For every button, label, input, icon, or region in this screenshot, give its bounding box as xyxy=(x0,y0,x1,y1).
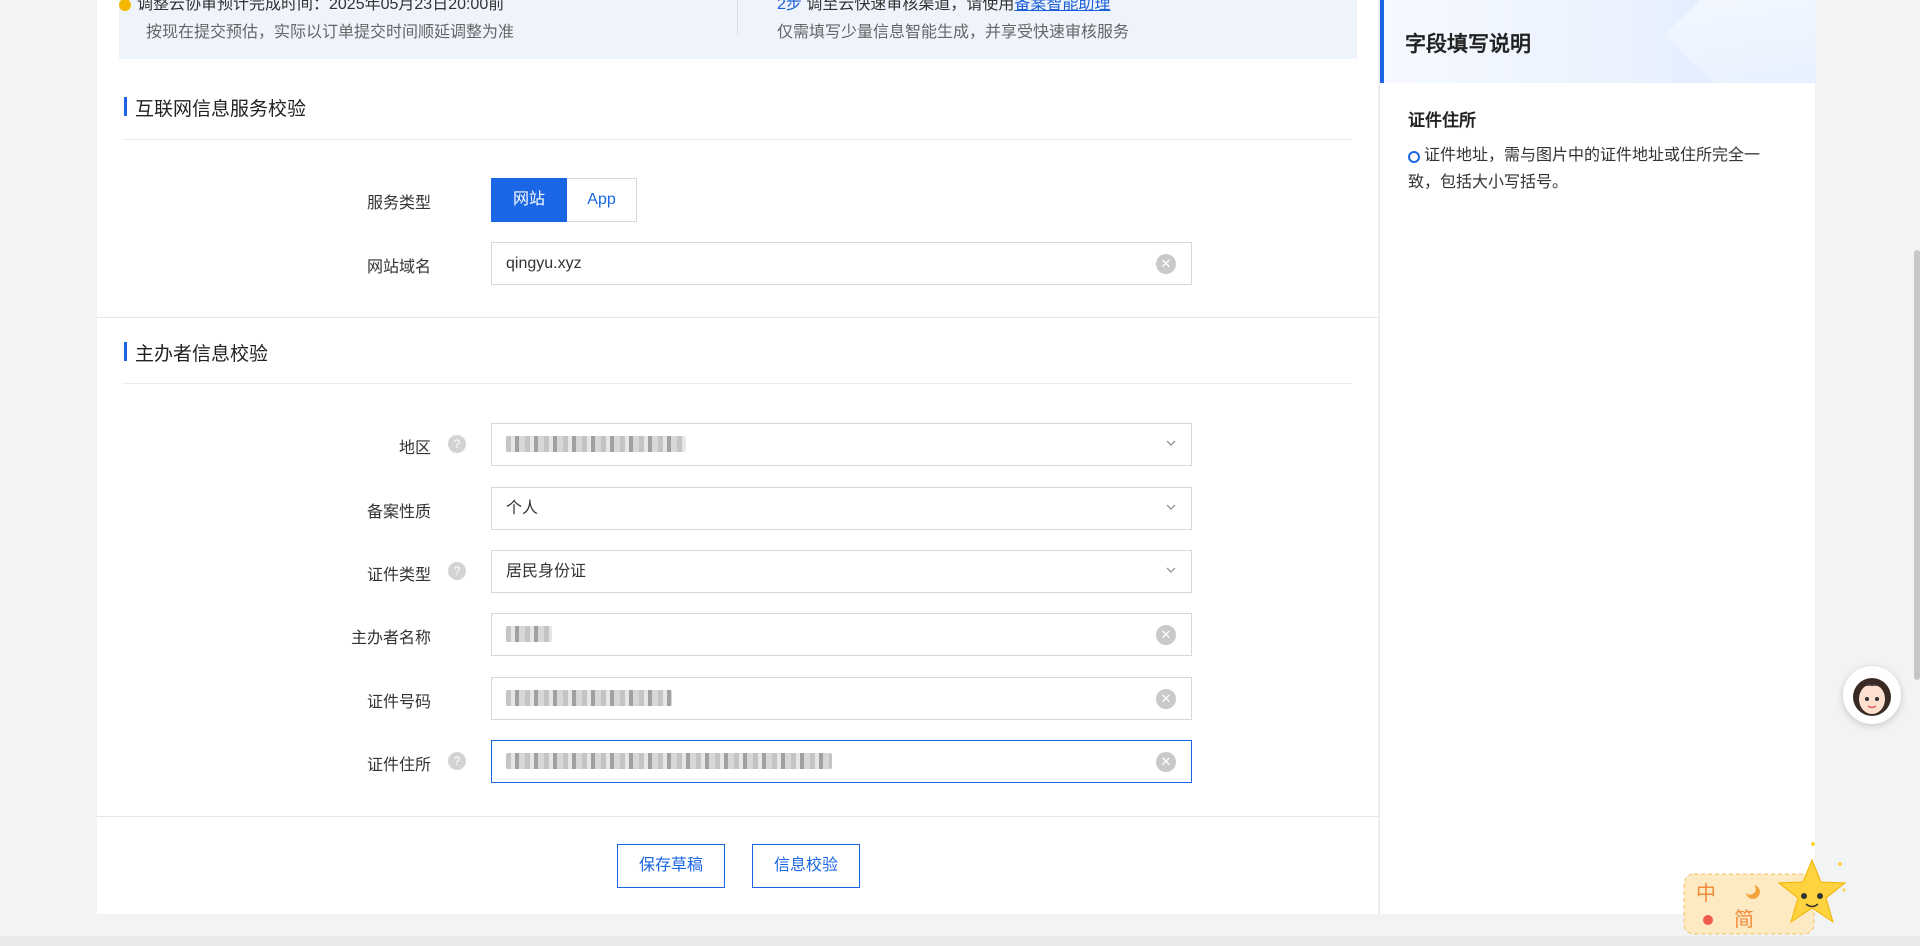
save-draft-button[interactable]: 保存草稿 xyxy=(617,844,725,888)
field-help-header: 字段填写说明 xyxy=(1380,0,1816,83)
nature-value: 个人 xyxy=(506,500,539,517)
nature-label: 备案性质 xyxy=(366,504,431,521)
domain-value: qingyu.xyz xyxy=(506,255,582,272)
notice-divider xyxy=(737,0,738,34)
nature-select[interactable]: 个人 xyxy=(491,487,1192,530)
ime-status-icon[interactable]: 中 简 xyxy=(1680,838,1850,938)
horizontal-scrollbar[interactable] xyxy=(0,936,1920,946)
assistant-link[interactable]: 备案智能助理 xyxy=(1014,0,1110,13)
service-type-option-app[interactable]: App xyxy=(567,178,637,222)
sponsor-name-input[interactable]: ✕ xyxy=(491,613,1192,656)
clear-icon[interactable]: ✕ xyxy=(1156,254,1176,274)
domain-label: 网站域名 xyxy=(366,259,431,276)
service-type-toggle: 网站 App xyxy=(491,178,637,222)
section-title-internet-service: 互联网信息服务校验 xyxy=(124,94,306,121)
chevron-down-icon xyxy=(1166,440,1176,446)
section-title-sponsor: 主办者信息校验 xyxy=(124,339,268,366)
field-help-panel: 字段填写说明 证件住所 证件地址，需与图片中的证件地址或住所完全一致，包括大小写… xyxy=(1379,0,1816,914)
sponsor-name-redacted xyxy=(506,625,552,642)
id-number-label: 证件号码 xyxy=(366,694,431,711)
field-help-desc: 证件地址，需与图片中的证件地址或住所完全一致，包括大小写括号。 xyxy=(1408,142,1788,196)
notice-right-sub: 仅需填写少量信息智能生成，并享受快速审核服务 xyxy=(777,24,1130,41)
actions-separator xyxy=(97,816,1378,817)
service-type-option-website[interactable]: 网站 xyxy=(491,178,567,222)
domain-input[interactable]: qingyu.xyz ✕ xyxy=(491,242,1192,285)
region-select[interactable] xyxy=(491,423,1192,466)
clear-icon[interactable]: ✕ xyxy=(1156,689,1176,709)
section-separator xyxy=(97,317,1378,318)
chevron-down-icon xyxy=(1166,504,1176,510)
verify-button[interactable]: 信息校验 xyxy=(752,844,860,888)
warning-dot-icon xyxy=(119,0,131,11)
id-number-redacted xyxy=(506,689,672,706)
notice-right-cut: 2步 调至云快速审核渠道，请使用备案智能助理 xyxy=(777,0,1110,14)
clear-icon[interactable]: ✕ xyxy=(1156,752,1176,772)
id-address-help-icon[interactable]: ? xyxy=(448,752,466,770)
clear-icon[interactable]: ✕ xyxy=(1156,625,1176,645)
region-value-redacted xyxy=(506,435,686,452)
svg-text:中: 中 xyxy=(1696,881,1716,905)
id-type-help-icon[interactable]: ? xyxy=(448,562,466,580)
notice-left-sub: 按现在提交预估，实际以订单提交时间顺延调整为准 xyxy=(146,24,515,41)
svg-text:简: 简 xyxy=(1734,907,1754,931)
region-help-icon[interactable]: ? xyxy=(448,435,466,453)
id-type-select[interactable]: 居民身份证 xyxy=(491,550,1192,593)
field-help-title: 字段填写说明 xyxy=(1405,33,1531,56)
id-address-redacted xyxy=(506,752,832,769)
service-type-label: 服务类型 xyxy=(366,195,431,212)
chevron-down-icon xyxy=(1166,567,1176,573)
assistant-avatar-icon[interactable] xyxy=(1843,666,1901,724)
field-help-field-name: 证件住所 xyxy=(1408,111,1476,130)
id-type-value: 居民身份证 xyxy=(506,563,587,580)
section2-divider xyxy=(122,383,1352,384)
sponsor-name-label: 主办者名称 xyxy=(350,630,431,647)
scrollbar-thumb[interactable] xyxy=(1914,250,1920,680)
id-address-input[interactable]: ✕ xyxy=(491,740,1192,783)
id-number-input[interactable]: ✕ xyxy=(491,677,1192,720)
notice-banner: 调整云协审预计完成时间：2025年05月23日20:00前 按现在提交预估，实际… xyxy=(119,0,1357,59)
header-decoration xyxy=(1664,0,1816,83)
section1-divider xyxy=(122,139,1352,140)
notice-left-cut: 调整云协审预计完成时间：2025年05月23日20:00前 xyxy=(119,0,504,14)
